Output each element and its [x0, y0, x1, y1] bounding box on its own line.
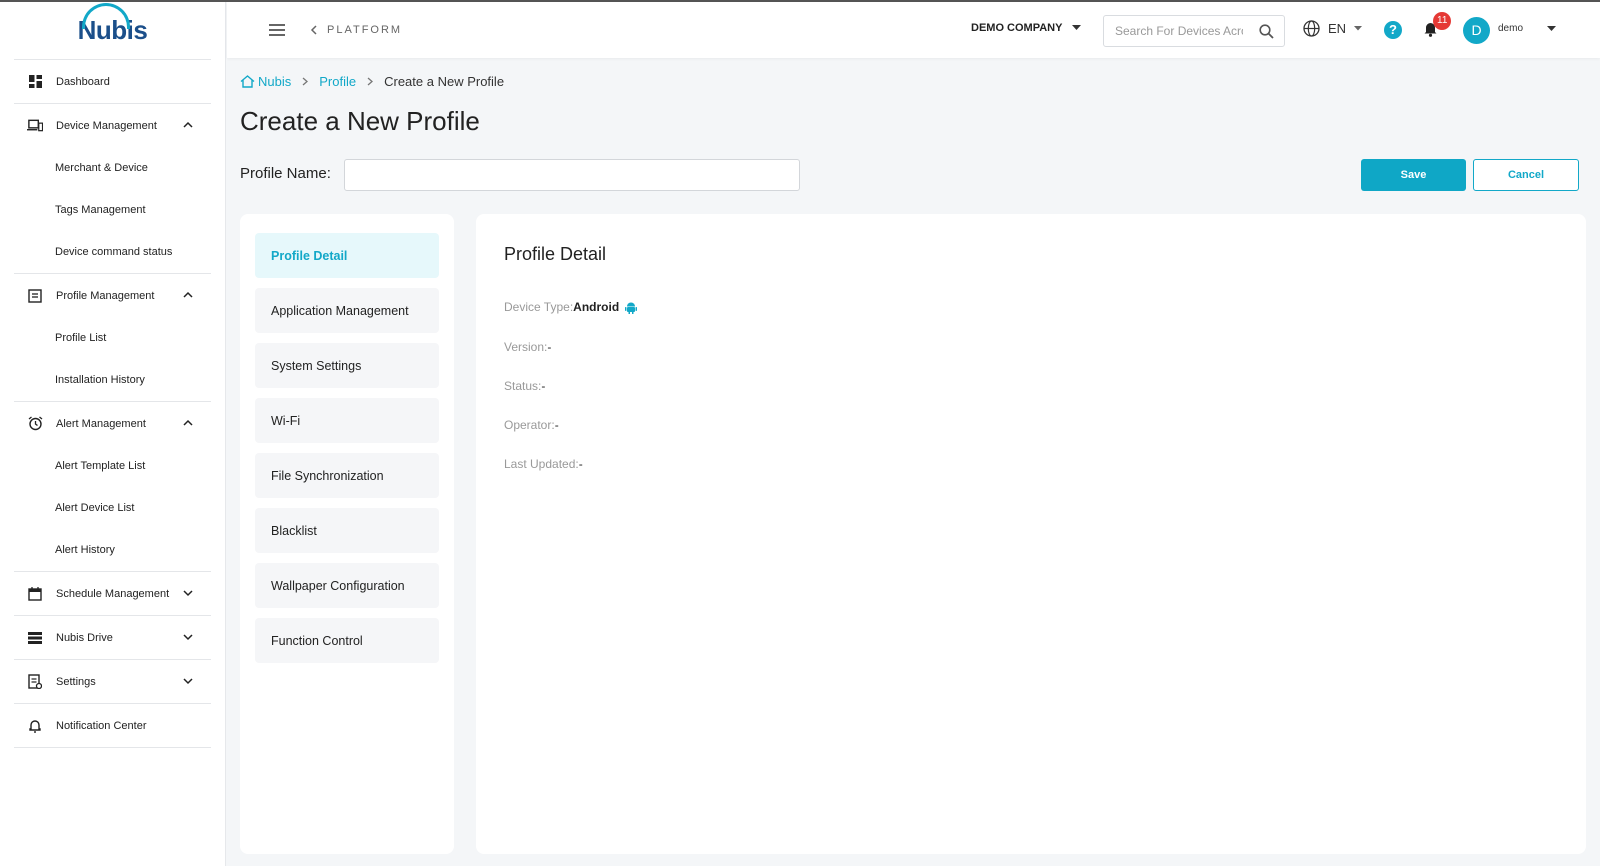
version-value: - [547, 340, 552, 354]
avatar[interactable]: D [1463, 17, 1490, 44]
sidebar-item-device-management[interactable]: Device Management [14, 104, 211, 147]
sidebar-item-label: Alert Management [56, 417, 146, 430]
search-icon[interactable] [1259, 24, 1274, 39]
chevron-up-icon[interactable] [181, 416, 195, 430]
device-search [1103, 15, 1285, 47]
caret-down-icon [1072, 25, 1082, 30]
menu-item-function-control[interactable]: Function Control [255, 618, 439, 663]
page-title: Create a New Profile [240, 106, 480, 136]
menu-item-file-synchronization[interactable]: File Synchronization [255, 453, 439, 498]
sidebar-subitem-alert-device-list[interactable]: Alert Device List [14, 487, 211, 529]
sidebar-item-schedule-management[interactable]: Schedule Management [14, 572, 211, 615]
breadcrumb-current: Create a New Profile [384, 74, 505, 89]
sidebar-subitem-profile-list[interactable]: Profile List [14, 317, 211, 359]
caret-down-icon [1547, 25, 1557, 31]
chevron-up-icon[interactable] [181, 288, 195, 302]
home-icon [240, 75, 255, 88]
chevron-up-icon[interactable] [181, 118, 195, 132]
menu-toggle-icon[interactable] [269, 24, 285, 36]
chevron-right-icon [367, 77, 374, 86]
cancel-button[interactable]: Cancel [1473, 159, 1579, 191]
username: demo [1498, 23, 1524, 34]
chevron-down-icon[interactable] [181, 674, 195, 688]
profile-icon [27, 288, 43, 304]
menu-item-wallpaper-configuration[interactable]: Wallpaper Configuration [255, 563, 439, 608]
device-type-value: Android [573, 300, 620, 314]
version-field: Version: - [504, 340, 552, 354]
chevron-left-icon[interactable] [309, 25, 319, 35]
profile-name-input[interactable] [344, 159, 800, 191]
profile-section-menu: Profile Detail Application Management Sy… [240, 214, 454, 854]
menu-item-system-settings[interactable]: System Settings [255, 343, 439, 388]
sidebar-item-label: Settings [56, 675, 96, 688]
sidebar-item-label: Schedule Management [56, 587, 170, 600]
menu-item-profile-detail[interactable]: Profile Detail [255, 233, 439, 278]
sidebar-subitem-alert-template-list[interactable]: Alert Template List [14, 445, 211, 487]
drive-icon [27, 630, 43, 646]
bell-icon [27, 718, 43, 734]
status-value: - [541, 379, 546, 393]
sidebar-item-profile-management[interactable]: Profile Management [14, 274, 211, 317]
menu-item-application-management[interactable]: Application Management [255, 288, 439, 333]
dashboard-icon [27, 74, 43, 90]
menu-item-blacklist[interactable]: Blacklist [255, 508, 439, 553]
sidebar-subitem-tags-management[interactable]: Tags Management [14, 189, 211, 231]
sidebar-subitem-merchant-device[interactable]: Merchant & Device [14, 147, 211, 189]
topbar: PLATFORM DEMO COMPANY EN ? 11 D demo [227, 2, 1600, 58]
sidebar: Nubis Dashboard Device Management Mercha… [0, 2, 226, 866]
operator-field: Operator: - [504, 418, 559, 432]
calendar-icon [27, 586, 43, 602]
menu-item-wifi[interactable]: Wi-Fi [255, 398, 439, 443]
settings-icon [27, 674, 43, 690]
sidebar-item-nubis-drive[interactable]: Nubis Drive [14, 616, 211, 659]
globe-icon [1303, 20, 1320, 37]
sidebar-item-label: Dashboard [56, 75, 110, 88]
company-selector[interactable]: DEMO COMPANY [971, 22, 1082, 34]
detail-title: Profile Detail [504, 244, 607, 264]
platform-label[interactable]: PLATFORM [327, 24, 402, 36]
save-button[interactable]: Save [1361, 159, 1466, 191]
sidebar-subitem-device-command-status[interactable]: Device command status [14, 231, 211, 273]
cloud-icon [81, 3, 130, 29]
sidebar-subitem-installation-history[interactable]: Installation History [14, 359, 211, 401]
sidebar-item-label: Device Management [56, 119, 157, 132]
profile-detail-panel: Profile Detail Device Type: Android Vers… [476, 214, 1586, 854]
nubis-logo[interactable]: Nubis [14, 2, 211, 60]
breadcrumb-profile[interactable]: Profile [319, 74, 356, 89]
profile-name-label: Profile Name: [240, 165, 331, 182]
chevron-down-icon[interactable] [181, 586, 195, 600]
operator-value: - [554, 418, 559, 432]
breadcrumb-home[interactable]: Nubis [240, 74, 291, 89]
sidebar-item-dashboard[interactable]: Dashboard [14, 60, 211, 103]
devices-icon [27, 118, 43, 134]
notification-count-badge: 11 [1433, 12, 1452, 30]
chevron-down-icon[interactable] [181, 630, 195, 644]
sidebar-item-label: Profile Management [56, 289, 155, 302]
language-selector[interactable]: EN [1303, 20, 1363, 37]
alarm-icon [27, 416, 43, 432]
sidebar-item-alert-management[interactable]: Alert Management [14, 402, 211, 445]
sidebar-item-settings[interactable]: Settings [14, 660, 211, 703]
caret-down-icon [1354, 26, 1363, 31]
sidebar-item-label: Notification Center [56, 719, 147, 732]
android-icon [625, 302, 638, 314]
chevron-right-icon [302, 77, 309, 86]
status-field: Status: - [504, 379, 546, 393]
last-updated-field: Last Updated: - [504, 457, 583, 471]
sidebar-subitem-alert-history[interactable]: Alert History [14, 529, 211, 571]
sidebar-item-notification-center[interactable]: Notification Center [14, 704, 211, 747]
breadcrumb: Nubis Profile Create a New Profile [240, 74, 504, 89]
sidebar-item-label: Nubis Drive [56, 631, 113, 644]
user-menu[interactable]: demo [1498, 23, 1557, 34]
last-updated-value: - [578, 457, 583, 471]
search-input[interactable] [1115, 24, 1243, 38]
device-type-field: Device Type: Android [504, 300, 638, 314]
help-icon[interactable]: ? [1384, 21, 1402, 39]
